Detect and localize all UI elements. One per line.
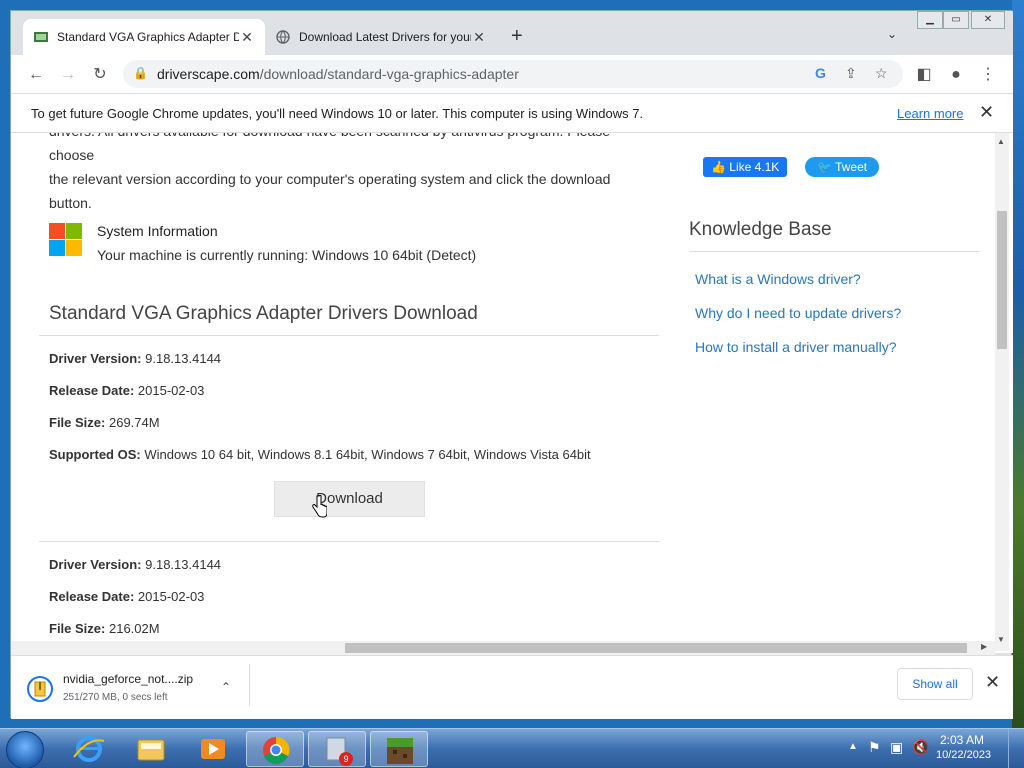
lock-icon: 🔒 xyxy=(133,66,148,80)
download-status: 251/270 MB, 0 secs left xyxy=(63,692,168,703)
page-viewport: drivers. All drivers available for downl… xyxy=(11,133,1013,653)
tab-close-icon[interactable]: ✕ xyxy=(471,29,487,46)
scroll-up-icon[interactable]: ▲ xyxy=(997,137,1005,146)
tab-close-icon[interactable]: ✕ xyxy=(239,29,255,46)
file-size: File Size: 269.74M xyxy=(49,415,160,430)
learn-more-link[interactable]: Learn more xyxy=(897,104,963,123)
address-bar[interactable]: 🔒 driverscape.com/download/standard-vga-… xyxy=(123,60,903,88)
tab-download-latest[interactable]: Download Latest Drivers for your ✕ xyxy=(265,19,497,55)
infobar-close-icon[interactable]: ✕ xyxy=(979,102,994,123)
star-icon[interactable]: ☆ xyxy=(875,65,888,82)
browser-window: Standard VGA Graphics Adapter D ✕ Downlo… xyxy=(10,10,1013,719)
file-explorer-icon[interactable] xyxy=(122,731,180,767)
minecraft-icon[interactable] xyxy=(370,731,428,767)
system-info-title: System Information xyxy=(97,223,218,239)
clock[interactable]: 2:03 AM 10/22/2023 xyxy=(936,733,991,763)
divider xyxy=(39,335,659,336)
chrome-icon[interactable] xyxy=(246,731,304,767)
new-tab-plus-icon[interactable]: + xyxy=(511,25,523,48)
file-size: File Size: 216.02M xyxy=(49,621,160,636)
vertical-scrollbar[interactable]: ▲ ▼ xyxy=(995,133,1009,651)
horizontal-scrollbar[interactable]: ▶ xyxy=(11,641,995,655)
update-infobar: To get future Google Chrome updates, you… xyxy=(11,93,1013,133)
kb-link-update-drivers[interactable]: Why do I need to update drivers? xyxy=(695,305,901,321)
menu-kebab-icon[interactable]: ⋮ xyxy=(977,64,999,86)
share-icon[interactable]: ⇪ xyxy=(845,65,857,82)
internet-explorer-icon[interactable] xyxy=(60,731,118,767)
close-window-icon[interactable]: ✕ xyxy=(971,11,1005,29)
tab-title: Download Latest Drivers for your xyxy=(299,30,471,44)
driver-version: Driver Version: 9.18.13.4144 xyxy=(49,351,222,366)
divider xyxy=(249,664,250,706)
tab-standard-vga[interactable]: Standard VGA Graphics Adapter D ✕ xyxy=(23,19,265,55)
tab-strip: Standard VGA Graphics Adapter D ✕ Downlo… xyxy=(11,11,1013,55)
scroll-thumb[interactable] xyxy=(997,211,1007,349)
tweet-button[interactable]: 🐦 Tweet xyxy=(805,157,880,177)
back-arrow-icon[interactable]: ← xyxy=(25,64,47,86)
windows-logo-icon xyxy=(49,223,83,257)
action-center-flag-icon[interactable]: ⚑ xyxy=(868,739,881,756)
download-file-name: nvidia_geforce_not....zip xyxy=(63,672,194,686)
chevron-down-icon[interactable]: ⌄ xyxy=(887,27,897,41)
volume-muted-icon[interactable]: 🔇 xyxy=(912,739,929,756)
tab-title: Standard VGA Graphics Adapter D xyxy=(57,30,239,44)
driver-version: Driver Version: 9.18.13.4144 xyxy=(49,557,222,572)
scroll-thumb[interactable] xyxy=(345,643,967,653)
supported-os: Supported OS: Windows 10 64 bit, Windows… xyxy=(49,447,591,462)
divider xyxy=(689,251,979,252)
network-icon[interactable]: ▣ xyxy=(890,739,903,756)
system-info-line: Your machine is currently running: Windo… xyxy=(97,247,477,263)
chevron-up-icon[interactable]: ⌃ xyxy=(221,680,231,694)
profile-avatar-icon[interactable]: ● xyxy=(945,64,967,86)
release-date: Release Date: 2015-02-03 xyxy=(49,589,205,604)
installer-icon[interactable]: 9 xyxy=(308,731,366,767)
globe-icon xyxy=(275,29,291,45)
svg-text:9: 9 xyxy=(343,754,348,764)
media-player-icon[interactable] xyxy=(184,731,242,767)
hand-cursor-icon xyxy=(312,495,327,518)
zip-file-icon xyxy=(27,676,53,702)
divider xyxy=(39,541,659,542)
scroll-right-icon[interactable]: ▶ xyxy=(981,642,987,651)
kb-link-install-manually[interactable]: How to install a driver manually? xyxy=(695,339,897,355)
desktop-background xyxy=(1012,0,1024,728)
driverscape-favicon-icon xyxy=(33,29,49,45)
forward-arrow-icon[interactable]: → xyxy=(57,64,79,86)
maximize-icon[interactable]: ▭ xyxy=(943,11,969,29)
page-title: Standard VGA Graphics Adapter Drivers Do… xyxy=(49,303,478,324)
reload-icon[interactable]: ↻ xyxy=(89,64,111,86)
knowledge-base-title: Knowledge Base xyxy=(689,219,832,240)
facebook-like-button[interactable]: 👍 Like 4.1K xyxy=(703,157,788,177)
taskbar: 9 ▲ ⚑ ▣ 🔇 2:03 AM 10/22/2023 xyxy=(0,728,1024,768)
intro-text: drivers. All drivers available for downl… xyxy=(49,133,611,211)
tray-expand-icon[interactable]: ▲ xyxy=(848,741,858,752)
show-all-button[interactable]: Show all xyxy=(897,668,973,700)
release-date: Release Date: 2015-02-03 xyxy=(49,383,205,398)
scroll-down-icon[interactable]: ▼ xyxy=(997,635,1005,644)
side-panel-icon[interactable]: ◧ xyxy=(913,64,935,86)
downloads-bar: nvidia_geforce_not....zip 251/270 MB, 0 … xyxy=(11,655,1013,719)
download-item[interactable]: nvidia_geforce_not....zip 251/270 MB, 0 … xyxy=(27,672,249,706)
start-button[interactable] xyxy=(6,731,44,768)
google-icon[interactable]: G xyxy=(815,65,826,81)
downloads-close-icon[interactable]: ✕ xyxy=(985,672,1000,693)
show-desktop-button[interactable] xyxy=(1008,729,1024,768)
url-text: driverscape.com/download/standard-vga-gr… xyxy=(157,66,519,82)
infobar-message: To get future Google Chrome updates, you… xyxy=(31,106,644,121)
download-button[interactable]: Download xyxy=(274,481,425,517)
minimize-icon[interactable]: ▁ xyxy=(917,11,943,29)
browser-toolbar: ← → ↻ 🔒 driverscape.com/download/standar… xyxy=(11,55,1013,93)
kb-link-windows-driver[interactable]: What is a Windows driver? xyxy=(695,271,861,287)
